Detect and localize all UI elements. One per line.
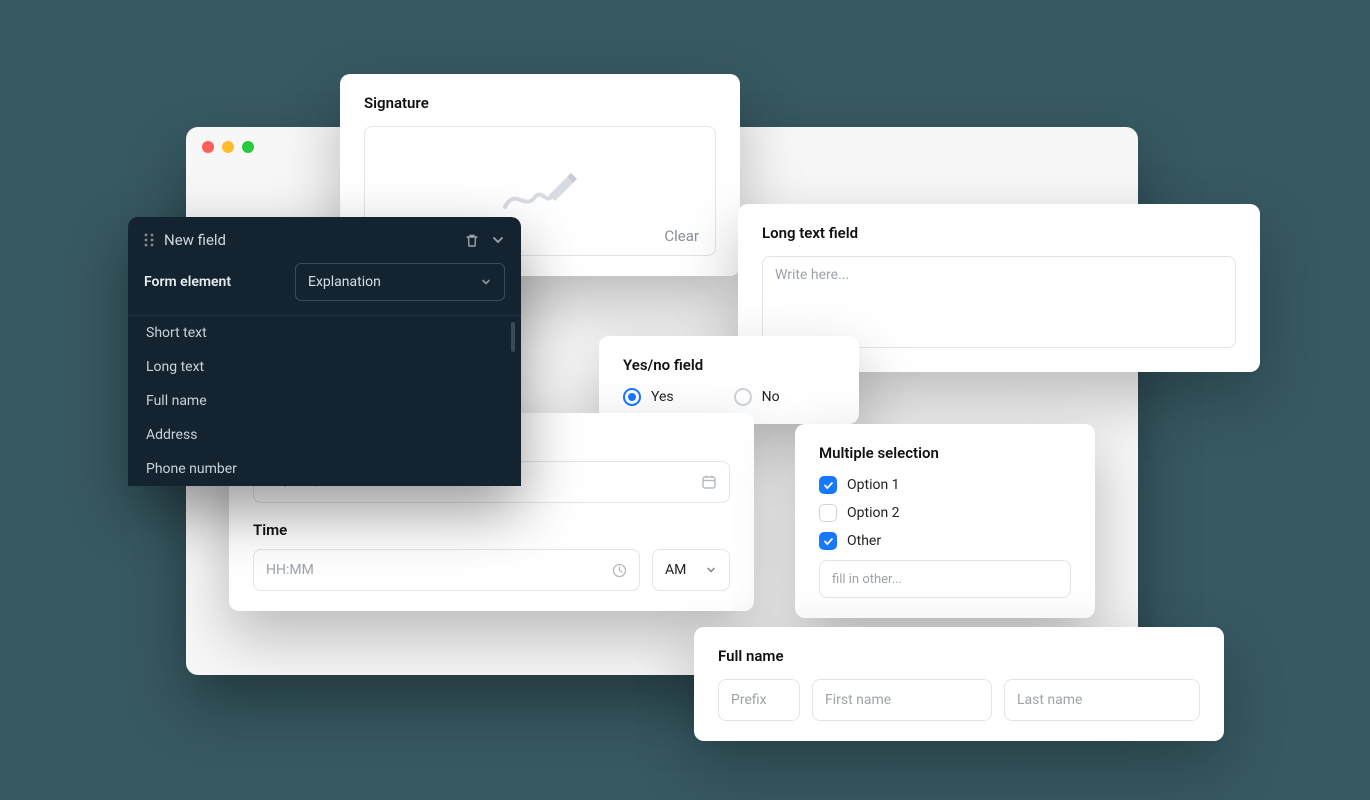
time-placeholder: HH:MM xyxy=(266,562,314,578)
multi-title: Multiple selection xyxy=(819,444,1071,462)
trash-icon[interactable] xyxy=(465,233,479,248)
checkbox-label: Option 2 xyxy=(847,505,900,521)
drag-handle-icon[interactable] xyxy=(144,233,154,247)
full-name-card: Full name Prefix First name Last name xyxy=(694,627,1224,741)
checkbox-other[interactable]: Other xyxy=(819,532,1071,550)
chevron-down-icon[interactable] xyxy=(491,233,505,248)
form-element-value: Explanation xyxy=(308,274,381,290)
ampm-select[interactable]: AM xyxy=(652,549,730,591)
pen-icon xyxy=(501,167,579,215)
signature-title: Signature xyxy=(364,94,716,112)
prefix-input[interactable]: Prefix xyxy=(718,679,800,721)
scrollbar-thumb[interactable] xyxy=(511,322,515,352)
long-text-title: Long text field xyxy=(762,224,1236,242)
radio-no[interactable]: No xyxy=(734,388,780,406)
checkbox-icon xyxy=(819,476,837,494)
checkbox-label: Other xyxy=(847,533,881,549)
first-name-input[interactable]: First name xyxy=(812,679,992,721)
window-traffic-lights xyxy=(202,141,254,153)
form-element-select[interactable]: Explanation xyxy=(295,263,505,301)
dropdown-option[interactable]: Phone number xyxy=(128,452,521,486)
form-element-dropdown: Short text Long text Full name Address P… xyxy=(128,315,521,486)
dropdown-option[interactable]: Long text xyxy=(128,350,521,384)
long-text-input[interactable] xyxy=(762,256,1236,348)
other-input[interactable]: fill in other... xyxy=(819,560,1071,598)
full-name-title: Full name xyxy=(718,647,1200,665)
maximize-dot[interactable] xyxy=(242,141,254,153)
multiple-selection-card: Multiple selection Option 1 Option 2 Oth… xyxy=(795,424,1095,618)
clock-icon xyxy=(612,563,627,578)
checkbox-option-2[interactable]: Option 2 xyxy=(819,504,1071,522)
yes-no-card: Yes/no field Yes No xyxy=(599,336,859,424)
signature-clear-button[interactable]: Clear xyxy=(664,227,699,245)
radio-yes-label: Yes xyxy=(651,389,674,405)
radio-icon xyxy=(623,388,641,406)
checkbox-option-1[interactable]: Option 1 xyxy=(819,476,1071,494)
last-name-input[interactable]: Last name xyxy=(1004,679,1200,721)
yes-no-title: Yes/no field xyxy=(623,356,835,374)
form-element-label: Form element xyxy=(144,274,231,290)
chevron-down-icon xyxy=(705,564,717,576)
calendar-icon xyxy=(701,474,717,490)
checkbox-icon xyxy=(819,504,837,522)
other-placeholder: fill in other... xyxy=(832,572,902,587)
dropdown-option[interactable]: Full name xyxy=(128,384,521,418)
time-input[interactable]: HH:MM xyxy=(253,549,640,591)
ampm-value: AM xyxy=(665,562,686,578)
radio-yes[interactable]: Yes xyxy=(623,388,674,406)
dropdown-option[interactable]: Address xyxy=(128,418,521,452)
dropdown-option[interactable]: Short text xyxy=(128,316,521,350)
minimize-dot[interactable] xyxy=(222,141,234,153)
field-config-panel: New field Form element Explanation Short… xyxy=(128,217,521,486)
panel-title: New field xyxy=(164,231,226,249)
chevron-down-icon xyxy=(480,276,492,288)
time-label: Time xyxy=(253,521,730,539)
checkbox-icon xyxy=(819,532,837,550)
close-dot[interactable] xyxy=(202,141,214,153)
checkbox-label: Option 1 xyxy=(847,477,900,493)
radio-icon xyxy=(734,388,752,406)
radio-no-label: No xyxy=(762,389,780,405)
